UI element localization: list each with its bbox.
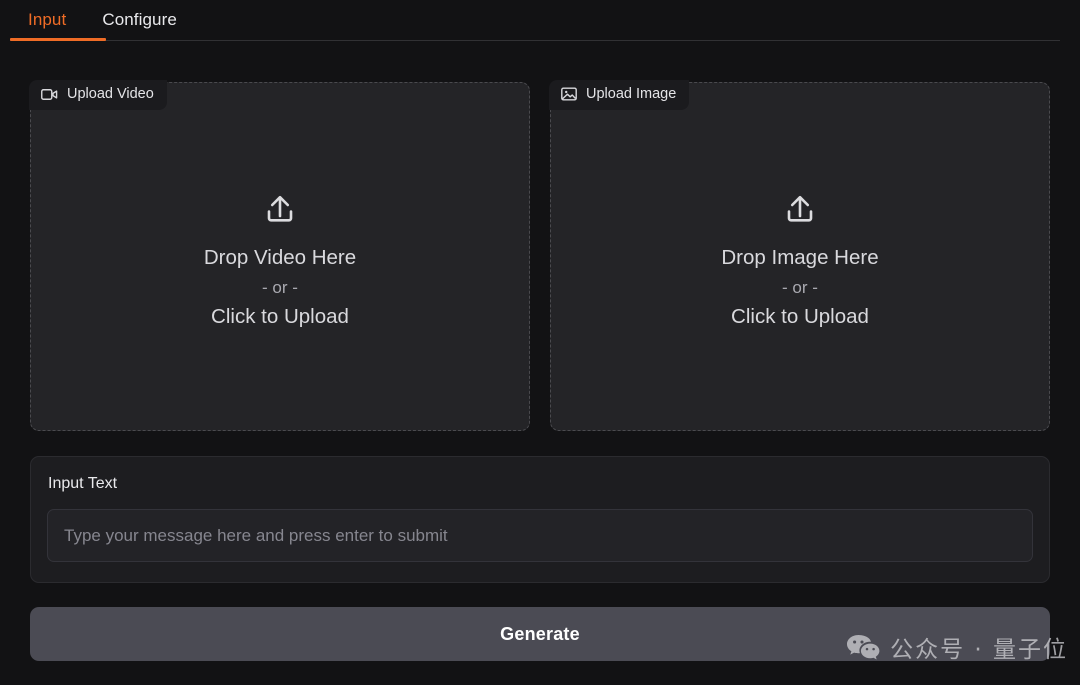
image-picture-icon <box>561 87 577 101</box>
video-dropzone-primary-text: Drop Video Here <box>204 243 356 273</box>
image-dropzone-content: Drop Image Here - or - Click to Upload <box>721 189 878 332</box>
input-text-label: Input Text <box>47 476 1033 492</box>
tab-configure-label: Configure <box>102 10 177 29</box>
tab-input[interactable]: Input <box>10 0 84 28</box>
video-dropzone-badge-label: Upload Video <box>67 87 154 102</box>
tab-bar-divider <box>10 40 1060 41</box>
tab-active-indicator <box>10 38 106 41</box>
input-text-panel: Input Text <box>30 456 1050 583</box>
tab-input-label: Input <box>28 10 66 29</box>
tab-bar: Input Configure <box>0 0 1080 42</box>
video-dropzone-content: Drop Video Here - or - Click to Upload <box>204 189 356 332</box>
image-dropzone-primary-text: Drop Image Here <box>721 243 878 273</box>
image-dropzone-or-text: - or - <box>782 273 818 303</box>
video-dropzone-or-text: - or - <box>262 273 298 303</box>
image-dropzone-click-text: Click to Upload <box>731 302 869 332</box>
upload-tray-icon <box>780 189 820 229</box>
input-text-field[interactable] <box>47 509 1033 562</box>
tab-configure[interactable]: Configure <box>84 0 195 28</box>
generate-button[interactable]: Generate <box>30 607 1050 661</box>
image-dropzone[interactable]: Upload Image Drop Image Here - or - Clic… <box>550 82 1050 431</box>
image-dropzone-badge: Upload Image <box>549 80 689 110</box>
upload-row: Upload Video Drop Video Here - or - Clic… <box>0 42 1080 431</box>
generate-button-label: Generate <box>500 624 580 645</box>
upload-tray-icon <box>260 189 300 229</box>
video-dropzone[interactable]: Upload Video Drop Video Here - or - Clic… <box>30 82 530 431</box>
video-dropzone-badge: Upload Video <box>29 80 167 110</box>
video-camera-icon <box>41 88 58 101</box>
image-dropzone-badge-label: Upload Image <box>586 87 676 102</box>
video-dropzone-click-text: Click to Upload <box>211 302 349 332</box>
